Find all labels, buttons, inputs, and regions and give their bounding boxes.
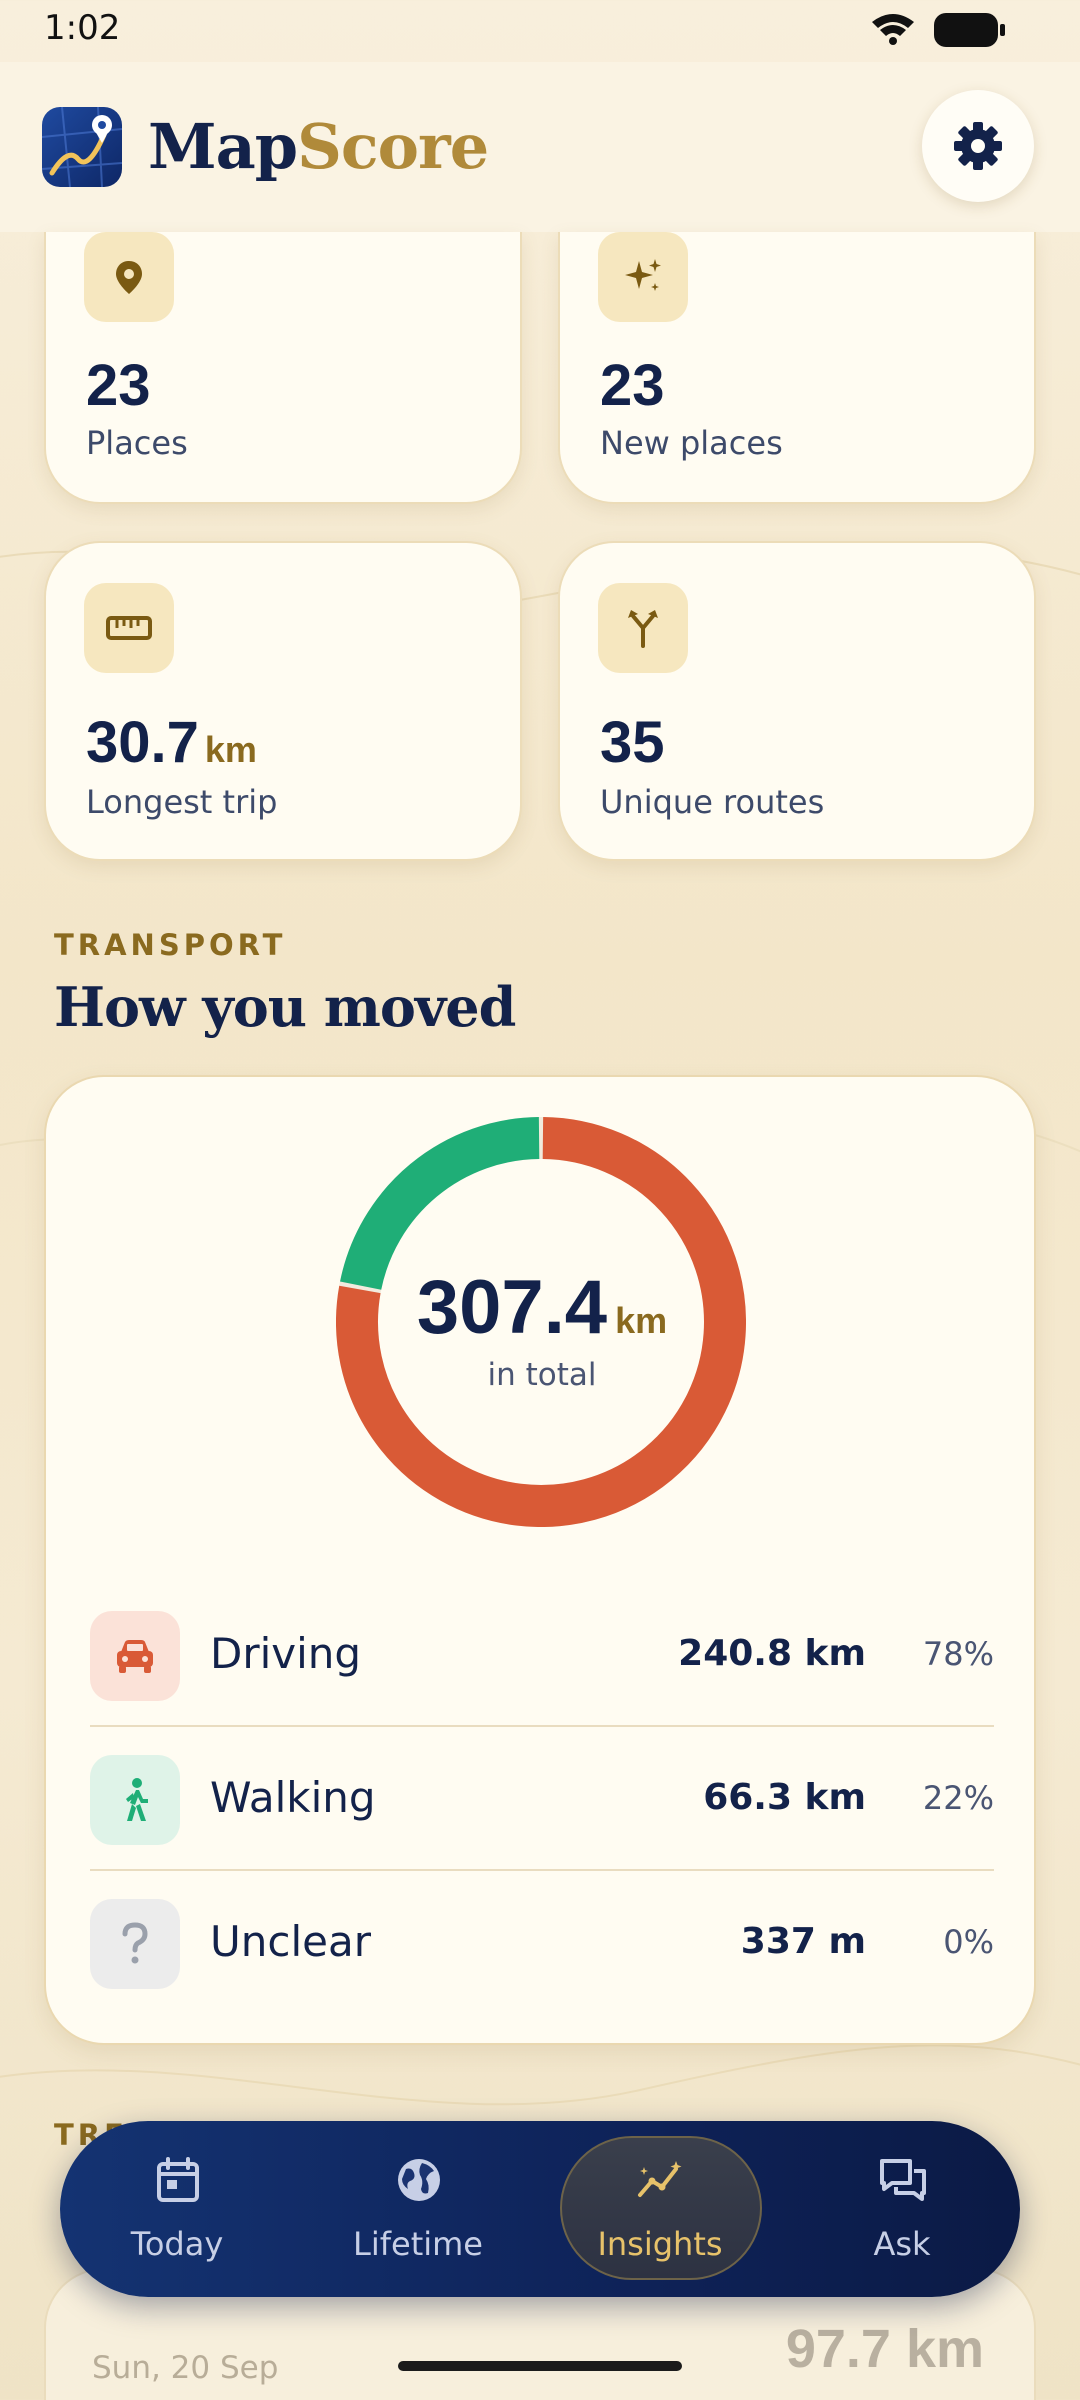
map-route-icon (42, 107, 122, 187)
wifi-icon (872, 14, 914, 45)
car-icon (117, 1640, 153, 1673)
stat-icon-box (84, 232, 174, 322)
mode-percent: 22% (922, 1779, 994, 1817)
section-title: How you moved (54, 975, 516, 1039)
globe-icon (398, 2159, 440, 2201)
nav-item-today[interactable]: Today (77, 2121, 277, 2297)
home-indicator (398, 2361, 682, 2371)
mode-label: Driving (210, 1629, 362, 1678)
nav-item-ask[interactable]: Ask (802, 2121, 1002, 2297)
chat-bubbles-icon (880, 2159, 926, 2201)
stat-value: 30.7 km (86, 710, 257, 775)
trend-chart-icon (638, 2161, 682, 2197)
nav-label: Today (130, 2225, 224, 2263)
mode-label: Unclear (210, 1917, 371, 1966)
app-title: MapScore (148, 110, 489, 183)
donut-caption: in total (487, 1357, 597, 1393)
mode-icon-box (90, 1755, 180, 1845)
nav-item-lifetime[interactable]: Lifetime (318, 2121, 518, 2297)
status-bar: 1:02 (0, 0, 1080, 62)
mode-row-driving[interactable]: Driving 240.8 km 78% (90, 1583, 994, 1727)
mode-distance: 66.3 km (703, 1777, 866, 1818)
stat-icon-box (598, 583, 688, 673)
stat-label: New places (600, 424, 783, 462)
stat-value: 23 (86, 353, 151, 418)
mode-distance: 240.8 km (678, 1633, 866, 1674)
trend-date: Sun, 20 Sep (92, 2350, 279, 2386)
stat-label: Places (86, 424, 188, 462)
settings-button[interactable] (922, 90, 1034, 202)
app-logo (42, 107, 122, 187)
section-eyebrow: TRANSPORT (54, 928, 287, 962)
stat-value: 23 (600, 353, 665, 418)
stat-label: Longest trip (86, 783, 278, 821)
stat-icon-box (598, 232, 688, 322)
mode-label: Walking (210, 1773, 376, 1822)
nav-label: Lifetime (353, 2225, 483, 2263)
trend-value: 97.7 km (785, 2319, 984, 2379)
battery-icon (934, 13, 1005, 47)
stat-card-new-places[interactable]: 23 New places (558, 232, 1036, 504)
gear-icon (954, 122, 1002, 170)
mode-icon-box (90, 1611, 180, 1701)
donut-total: 307.4 km (416, 1265, 668, 1350)
mode-icon-box (90, 1899, 180, 1989)
ruler-icon (106, 616, 152, 640)
walking-person-icon (126, 1778, 148, 1821)
mode-percent: 78% (922, 1635, 994, 1673)
nav-item-insights[interactable]: Insights (560, 2121, 760, 2297)
nav-label: Insights (597, 2225, 723, 2263)
stat-label: Unique routes (600, 783, 825, 821)
bottom-nav: Today Lifetime Insights Ask (60, 2121, 1020, 2297)
stat-card-longest-trip[interactable]: 30.7 km Longest trip (44, 541, 522, 861)
stat-card-places[interactable]: 23 Places (44, 232, 522, 504)
mode-percent: 0% (943, 1923, 994, 1961)
question-mark-icon (122, 1922, 148, 1964)
location-pin-icon (116, 261, 142, 294)
mode-row-walking[interactable]: Walking 66.3 km 22% (90, 1727, 994, 1871)
stat-value: 35 (600, 710, 665, 775)
mode-distance: 337 m (740, 1921, 866, 1962)
transport-card: 307.4 km in total Driving 240.8 km 78% W… (44, 1075, 1036, 2045)
status-time: 1:02 (44, 8, 121, 48)
route-split-icon (628, 610, 658, 648)
calendar-icon (157, 2157, 199, 2202)
mode-row-unclear[interactable]: Unclear 337 m 0% (90, 1871, 994, 2015)
app-header: MapScore (0, 62, 1080, 232)
nav-label: Ask (873, 2225, 931, 2263)
sparkles-icon (625, 259, 661, 291)
stat-card-unique-routes[interactable]: 35 Unique routes (558, 541, 1036, 861)
stat-icon-box (84, 583, 174, 673)
